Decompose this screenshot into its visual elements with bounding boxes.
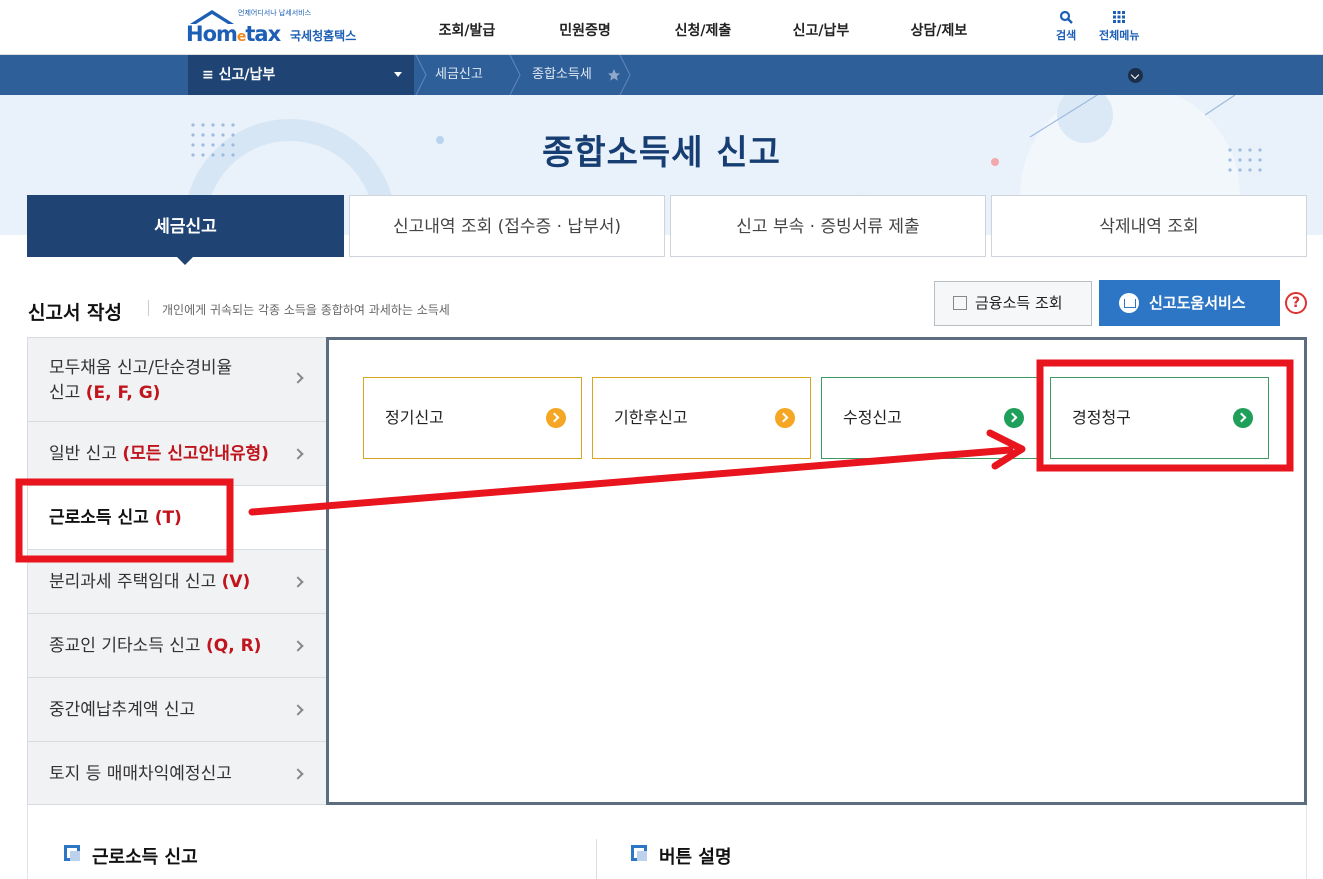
earned-income-guide-title: 근로소득 신고 [92,847,198,868]
chevron-separator-icon [619,55,631,95]
amended-filing-card[interactable]: 수정신고 [821,377,1040,459]
correction-claim-card[interactable]: 경정청구 [1050,377,1269,459]
side-menu-item-label: 근로소득 신고 [49,508,155,528]
side-menu-item-label: 분리과세 주택임대 신고 [49,572,222,592]
side-menu-item-code: (T) [154,508,182,528]
side-menu-item-label: 신고 [49,383,86,403]
search-button[interactable]: 검색 [1056,9,1076,43]
tab-tax-filing[interactable]: 세금신고 [27,195,344,265]
chevron-right-icon [292,576,304,588]
breadcrumb-menu-dropdown[interactable]: ≡ 신고/납부 [188,55,414,95]
side-menu-item-code: (Q, R) [205,636,262,656]
logo-tagline: 언제어디서나 납세서비스 [238,9,312,17]
search-icon [1060,10,1073,24]
nav-item-inquiry[interactable]: 조회/발급 [408,0,526,55]
side-menu-item-interim-prepayment[interactable]: 중간예납추계액 신고 [28,678,328,742]
breadcrumb-item-tax-filing[interactable]: 세금신고 [435,55,483,95]
arrow-right-circle-icon [1004,408,1024,428]
top-header: 언제어디서나 납세서비스 Hometax 국세청홈택스 조회/발급 민원증명 신… [0,0,1323,55]
checkbox-icon [953,296,967,310]
side-menu-item-general[interactable]: 일반 신고 (모든 신고안내유형) [28,422,328,486]
logo-korean: 국세청홈택스 [290,29,357,43]
active-tab-pointer [176,256,194,265]
financial-income-inquiry-button[interactable]: 금융소득 조회 [934,281,1092,326]
late-filing-card[interactable]: 기한후신고 [592,377,811,459]
chevron-right-icon [292,448,304,460]
side-menu-item-prefilled[interactable]: 모두채움 신고/단순경비율 신고 (E, F, G) [28,338,328,422]
side-menu-item-label: 종교인 기타소득 신고 [49,636,206,656]
search-label: 검색 [1056,29,1077,42]
nav-item-consult[interactable]: 상담/제보 [880,0,998,55]
square-bullet-icon [631,845,647,861]
grid-menu-icon [1113,11,1126,23]
chevron-right-icon [292,640,304,652]
page: 언제어디서나 납세서비스 Hometax 국세청홈택스 조회/발급 민원증명 신… [0,0,1323,879]
breadcrumb-item-income-tax[interactable]: 종합소득세 [532,55,592,95]
chevron-right-icon [292,768,304,780]
global-nav: 조회/발급 민원증명 신청/제출 신고/납부 상담/제보 [408,0,998,55]
nav-item-application[interactable]: 신청/제출 [644,0,762,55]
chevron-separator-icon [415,55,427,95]
side-menu-item-label: 모두채움 신고/단순경비율 [49,358,233,378]
tab-filing-history[interactable]: 신고내역 조회 (접수증 · 납부서) [349,195,665,257]
arrow-right-circle-icon [1233,408,1253,428]
arrow-right-circle-icon [546,408,566,428]
section-divider [148,300,149,316]
filing-help-service-button[interactable]: 신고도움서비스 [1099,280,1280,326]
arrow-right-circle-icon [775,408,795,428]
card-label: 경정청구 [1072,408,1131,427]
side-menu-item-code: (V) [221,572,251,592]
tab-deleted-history[interactable]: 삭제내역 조회 [991,195,1307,257]
side-menu-item-code: (모든 신고안내유형) [122,444,269,464]
breadcrumb-expand-icon[interactable] [1128,68,1143,83]
filing-type-panel: 정기신고 기한후신고 수정신고 경정청구 [326,337,1307,805]
square-bullet-icon [64,845,80,861]
card-label: 정기신고 [385,408,444,427]
breadcrumb: ≡ 신고/납부 세금신고 종합소득세 [0,55,1323,95]
chevron-separator-icon [509,55,521,95]
side-menu-item-religious[interactable]: 종교인 기타소득 신고 (Q, R) [28,614,328,678]
side-menu-item-earned-income[interactable]: 근로소득 신고 (T) [28,486,328,550]
side-menu-item-land-sale[interactable]: 토지 등 매매차익예정신고 [28,742,328,806]
nav-item-certificates[interactable]: 민원증명 [526,0,644,55]
logo-brand: Hometax [186,22,281,46]
chevron-right-icon [292,704,304,716]
side-menu-item-label: 일반 신고 [49,444,123,464]
financial-income-label: 금융소득 조회 [975,294,1063,312]
bottom-section: 근로소득 신고 버튼 설명 [27,805,1307,879]
page-title: 종합소득세 신고 [542,133,781,173]
filing-help-label: 신고도움서비스 [1149,294,1246,312]
button-description-title: 버튼 설명 [659,847,732,868]
card-label: 수정신고 [843,408,902,427]
section-title: 신고서 작성 [28,302,123,324]
tab-label: 세금신고 [154,217,217,237]
nav-item-filing[interactable]: 신고/납부 [762,0,880,55]
main-tabs: 세금신고 신고내역 조회 (접수증 · 납부서) 신고 부속 · 증빙서류 제출… [27,195,1307,265]
help-question-icon[interactable]: ? [1285,292,1307,314]
regular-filing-card[interactable]: 정기신고 [363,377,582,459]
side-menu: 모두채움 신고/단순경비율 신고 (E, F, G) 일반 신고 (모든 신고안… [27,337,328,806]
bottom-divider [596,839,597,879]
allmenu-label: 전체메뉴 [1099,29,1140,42]
side-menu-item-label: 토지 등 매매차익예정신고 [49,764,232,784]
caret-down-icon [394,72,402,77]
tab-attachments[interactable]: 신고 부속 · 증빙서류 제출 [670,195,986,257]
book-icon [1119,293,1139,313]
allmenu-button[interactable]: 전체메뉴 [1099,9,1139,43]
side-menu-item-code: (E, F, G) [85,383,161,403]
breadcrumb-menu-label: ≡ 신고/납부 [202,67,276,83]
section-description: 개인에게 귀속되는 각종 소득을 종합하여 과세하는 소득세 [162,303,450,317]
hometax-logo[interactable]: 언제어디서나 납세서비스 Hometax 국세청홈택스 [186,8,376,48]
side-menu-item-housing-rental[interactable]: 분리과세 주택임대 신고 (V) [28,550,328,614]
card-label: 기한후신고 [614,408,688,427]
side-menu-item-label: 중간예납추계액 신고 [49,700,196,720]
